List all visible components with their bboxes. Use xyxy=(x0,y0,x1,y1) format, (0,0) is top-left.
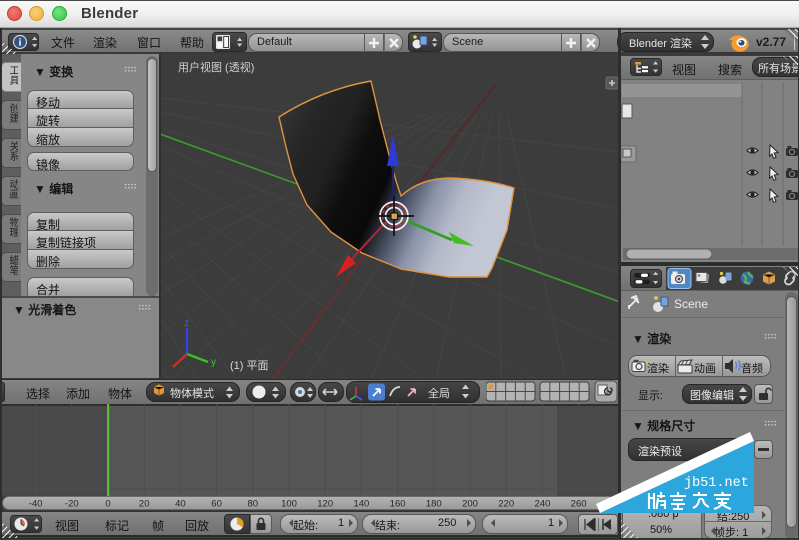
svg-text:220: 220 xyxy=(498,499,514,510)
svg-text:(1) 平面: (1) 平面 xyxy=(230,360,269,372)
svg-text:0: 0 xyxy=(105,499,110,510)
svg-text:i: i xyxy=(19,38,22,49)
svg-text:80: 80 xyxy=(248,499,259,510)
svg-text:y: y xyxy=(211,357,216,368)
svg-text:160: 160 xyxy=(390,499,406,510)
svg-text:60: 60 xyxy=(211,499,222,510)
svg-text:120: 120 xyxy=(317,499,333,510)
svg-text:jb51.net: jb51.net xyxy=(684,476,749,491)
svg-text:140: 140 xyxy=(353,499,369,510)
svg-text:-20: -20 xyxy=(65,499,79,510)
svg-text:200: 200 xyxy=(462,499,478,510)
svg-text:40: 40 xyxy=(175,499,186,510)
svg-text:180: 180 xyxy=(426,499,442,510)
svg-text:用户视图 (透视): 用户视图 (透视) xyxy=(178,60,254,74)
svg-text:100: 100 xyxy=(281,499,297,510)
svg-text:z: z xyxy=(184,318,189,329)
svg-text:240: 240 xyxy=(534,499,550,510)
svg-text:20: 20 xyxy=(139,499,150,510)
svg-text:-40: -40 xyxy=(29,499,43,510)
